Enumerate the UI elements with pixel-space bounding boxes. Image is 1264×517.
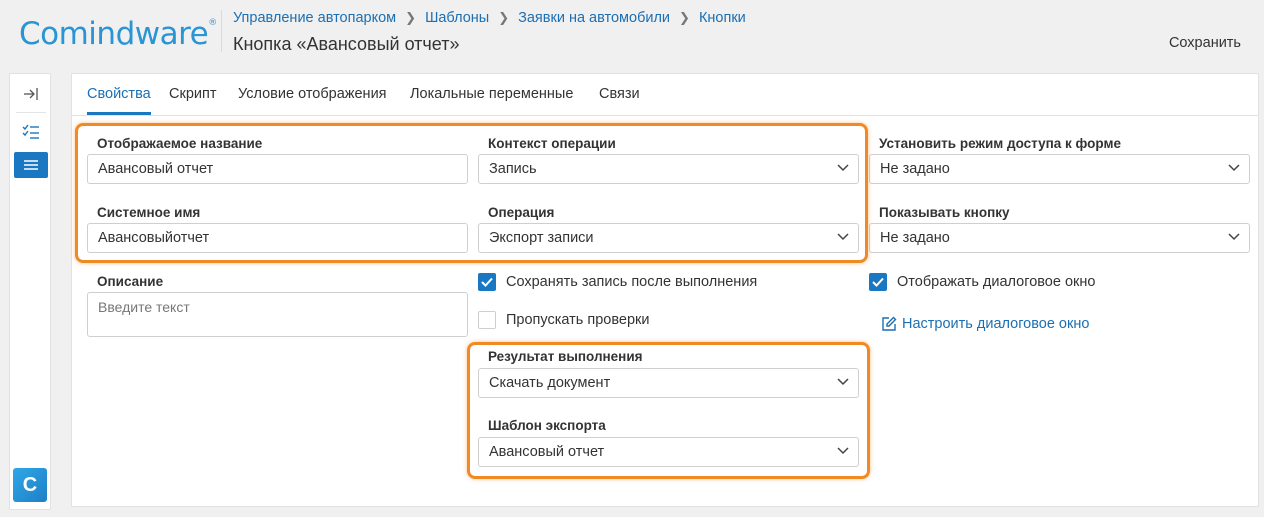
show-dialog-checkbox[interactable] xyxy=(869,273,887,291)
system-name-label: Системное имя xyxy=(97,205,201,220)
chevron-right-icon: ❯ xyxy=(498,10,510,25)
description-label: Описание xyxy=(97,274,164,289)
save-button[interactable]: Сохранить xyxy=(1169,35,1241,51)
chevron-down-icon xyxy=(837,164,849,172)
configure-dialog-link[interactable]: Настроить диалоговое окно xyxy=(880,315,1089,333)
chevron-down-icon xyxy=(837,378,849,386)
save-after-label: Сохранять запись после выполнения xyxy=(506,274,758,290)
chevron-down-icon xyxy=(1228,164,1240,172)
access-mode-label: Установить режим доступа к форме xyxy=(879,136,1121,151)
chevron-down-icon xyxy=(837,233,849,241)
header-divider xyxy=(221,10,222,52)
access-mode-value: Не задано xyxy=(880,161,950,177)
tab-links[interactable]: Связи xyxy=(599,86,640,102)
operation-context-label: Контекст операции xyxy=(488,136,616,151)
app-logo-icon[interactable]: C xyxy=(13,468,47,502)
tab-script[interactable]: Скрипт xyxy=(169,86,216,102)
configure-dialog-label: Настроить диалоговое окно xyxy=(902,316,1090,332)
description-field[interactable]: Введите текст xyxy=(87,292,468,337)
breadcrumb-item-templates[interactable]: Шаблоны xyxy=(425,10,489,26)
collapse-panel-icon[interactable] xyxy=(14,81,48,107)
show-button-label: Показывать кнопку xyxy=(879,205,1010,220)
operation-select[interactable]: Экспорт записи xyxy=(478,223,859,253)
show-button-select[interactable]: Не задано xyxy=(869,223,1250,253)
tab-local-variables[interactable]: Локальные переменные xyxy=(410,86,573,102)
result-label: Результат выполнения xyxy=(488,349,643,364)
chevron-right-icon: ❯ xyxy=(405,10,417,25)
checkmark-icon xyxy=(872,277,884,287)
breadcrumb: Управление автопарком ❯ Шаблоны ❯ Заявки… xyxy=(233,10,746,26)
comindware-logo: Comindware® xyxy=(19,16,217,52)
export-template-label: Шаблон экспорта xyxy=(488,418,606,433)
tab-properties[interactable]: Свойства xyxy=(87,86,151,102)
chevron-down-icon xyxy=(837,447,849,455)
tab-display-condition[interactable]: Условие отображения xyxy=(238,86,387,102)
save-after-checkbox[interactable] xyxy=(478,273,496,291)
export-template-value: Авансовый отчет xyxy=(489,444,605,460)
operation-context-value: Запись xyxy=(489,161,537,177)
breadcrumb-item-buttons[interactable]: Кнопки xyxy=(699,10,746,26)
tab-bar: Свойства Скрипт Условие отображения Лока… xyxy=(72,74,1258,116)
access-mode-select[interactable]: Не задано xyxy=(869,154,1250,184)
operation-value: Экспорт записи xyxy=(489,230,594,246)
breadcrumb-item-car-requests[interactable]: Заявки на автомобили xyxy=(518,10,670,26)
left-rail: C xyxy=(9,73,51,510)
show-button-value: Не задано xyxy=(880,230,950,246)
active-tab-indicator xyxy=(87,112,151,115)
checkmark-icon xyxy=(481,277,493,287)
display-name-label: Отображаемое название xyxy=(97,136,263,151)
rail-divider xyxy=(16,112,46,113)
skip-checks-label: Пропускать проверки xyxy=(506,312,650,328)
operation-context-select[interactable]: Запись xyxy=(478,154,859,184)
checklist-icon[interactable] xyxy=(14,119,48,145)
result-value: Скачать документ xyxy=(489,375,611,391)
breadcrumb-item-fleet[interactable]: Управление автопарком xyxy=(233,10,396,26)
show-dialog-label: Отображать диалоговое окно xyxy=(897,274,1096,290)
result-select[interactable]: Скачать документ xyxy=(478,368,859,398)
system-name-field[interactable]: Авансовыйотчет xyxy=(87,223,468,253)
skip-checks-checkbox[interactable] xyxy=(478,311,496,329)
edit-icon xyxy=(882,316,897,331)
display-name-field[interactable]: Авансовый отчет xyxy=(87,154,468,184)
operation-label: Операция xyxy=(488,205,555,220)
chevron-right-icon: ❯ xyxy=(679,10,690,25)
page-title: Кнопка «Авансовый отчет» xyxy=(233,34,460,54)
properties-panel: Свойства Скрипт Условие отображения Лока… xyxy=(71,73,1259,507)
export-template-select[interactable]: Авансовый отчет xyxy=(478,437,859,467)
chevron-down-icon xyxy=(1228,233,1240,241)
list-icon[interactable] xyxy=(14,152,48,178)
